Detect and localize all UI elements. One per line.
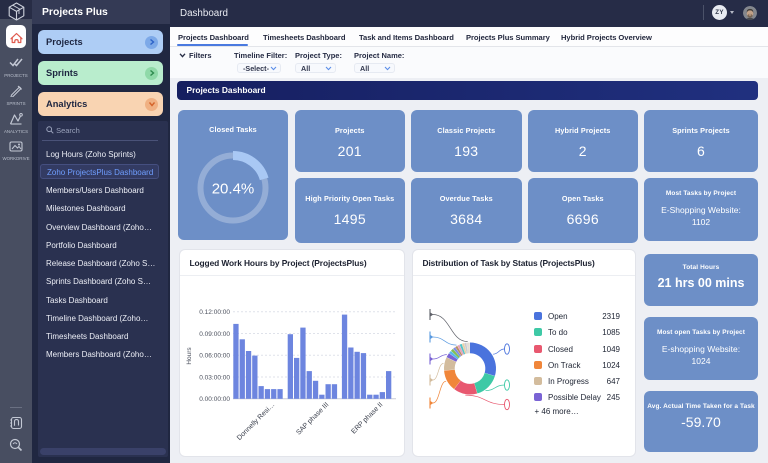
svg-text:0.03:00:00: 0.03:00:00 (199, 374, 230, 381)
svg-text:Hours: Hours (186, 347, 193, 365)
svg-text:0.12:00:00: 0.12:00:00 (199, 309, 230, 316)
svg-text:20.4%: 20.4% (212, 181, 255, 198)
svg-text:0.09:00:00: 0.09:00:00 (199, 331, 230, 338)
svg-text:SAP phase III: SAP phase III (295, 401, 330, 436)
svg-text:Donnelly Resi…: Donnelly Resi… (235, 401, 275, 441)
svg-text:ERP phase II: ERP phase II (350, 401, 384, 435)
svg-text:0.06:00:00: 0.06:00:00 (199, 353, 230, 360)
svg-text:0.00:00:00: 0.00:00:00 (199, 396, 230, 403)
